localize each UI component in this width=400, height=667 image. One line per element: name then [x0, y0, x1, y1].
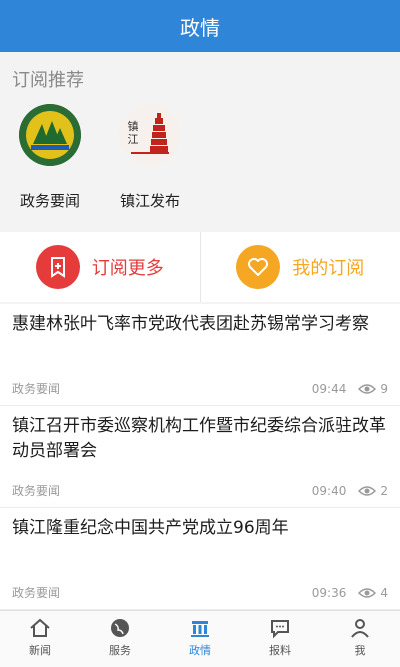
news-views: 4	[380, 586, 388, 600]
tab-news[interactable]: 新闻	[0, 611, 80, 667]
tab-services[interactable]: 服务	[80, 611, 160, 667]
subscription-list: 政务要闻 镇江 镇江发布	[0, 96, 400, 216]
tab-label: 新闻	[29, 642, 51, 658]
bookmark-add-icon	[36, 245, 80, 289]
eye-icon	[358, 587, 376, 599]
news-time: 09:40	[312, 484, 347, 498]
heart-icon	[236, 245, 280, 289]
subscription-label: 政务要闻	[0, 190, 100, 211]
section-title-recommended: 订阅推荐	[12, 66, 84, 92]
news-time: 09:44	[312, 382, 347, 396]
eye-icon	[358, 383, 376, 395]
subscription-item-zhengwu[interactable]: 政务要闻	[0, 96, 100, 211]
news-item[interactable]: 镇江隆重纪念中国共产党成立96周年 政务要闻 09:36 4	[0, 508, 400, 610]
zhenjiang-logo-icon: 镇江	[119, 104, 181, 166]
person-icon	[349, 617, 371, 639]
tab-label: 报料	[269, 642, 291, 658]
news-meta: 政务要闻 09:40 2	[12, 482, 388, 499]
news-time: 09:36	[312, 586, 347, 600]
subscription-label: 镇江发布	[100, 190, 200, 211]
news-views: 9	[380, 382, 388, 396]
news-meta: 政务要闻 09:36 4	[12, 584, 388, 601]
action-bar: 订阅更多 我的订阅	[0, 232, 400, 302]
zhenjiang-logo-text: 镇江	[125, 120, 141, 146]
eye-icon	[358, 485, 376, 497]
news-source: 政务要闻	[12, 482, 60, 499]
page-title: 政情	[180, 12, 220, 41]
building-icon	[189, 617, 211, 639]
tab-me[interactable]: 我	[320, 611, 400, 667]
tab-label: 政情	[189, 642, 211, 658]
news-source: 政务要闻	[12, 380, 60, 397]
bottom-tab-bar: 新闻 服务 政情 报料 我	[0, 610, 400, 667]
tab-label: 服务	[109, 642, 131, 658]
news-source: 政务要闻	[12, 584, 60, 601]
tab-label: 我	[355, 642, 366, 658]
app-header: 政情	[0, 0, 400, 52]
news-list: 惠建林张叶飞率市党政代表团赴苏锡常学习考察 政务要闻 09:44 9 镇江召开市…	[0, 304, 400, 610]
news-meta: 政务要闻 09:44 9	[12, 380, 388, 397]
subscription-item-zhenjiang[interactable]: 镇江 镇江发布	[100, 96, 200, 211]
subscribe-more-button[interactable]: 订阅更多	[0, 232, 200, 302]
zhengwu-logo-icon	[19, 104, 81, 166]
home-icon	[29, 617, 51, 639]
tab-politics[interactable]: 政情	[160, 611, 240, 667]
globe-icon	[109, 617, 131, 639]
my-subscriptions-label: 我的订阅	[292, 254, 364, 280]
my-subscriptions-button[interactable]: 我的订阅	[200, 232, 400, 302]
news-item[interactable]: 惠建林张叶飞率市党政代表团赴苏锡常学习考察 政务要闻 09:44 9	[0, 304, 400, 406]
subscribe-more-label: 订阅更多	[92, 254, 164, 280]
news-title: 惠建林张叶飞率市党政代表团赴苏锡常学习考察	[12, 312, 388, 337]
news-item[interactable]: 镇江召开市委巡察机构工作暨市纪委综合派驻改革动员部署会 政务要闻 09:40 2	[0, 406, 400, 508]
chat-icon	[269, 617, 291, 639]
news-title: 镇江隆重纪念中国共产党成立96周年	[12, 516, 388, 541]
news-title: 镇江召开市委巡察机构工作暨市纪委综合派驻改革动员部署会	[12, 414, 388, 464]
news-views: 2	[380, 484, 388, 498]
tab-report[interactable]: 报料	[240, 611, 320, 667]
